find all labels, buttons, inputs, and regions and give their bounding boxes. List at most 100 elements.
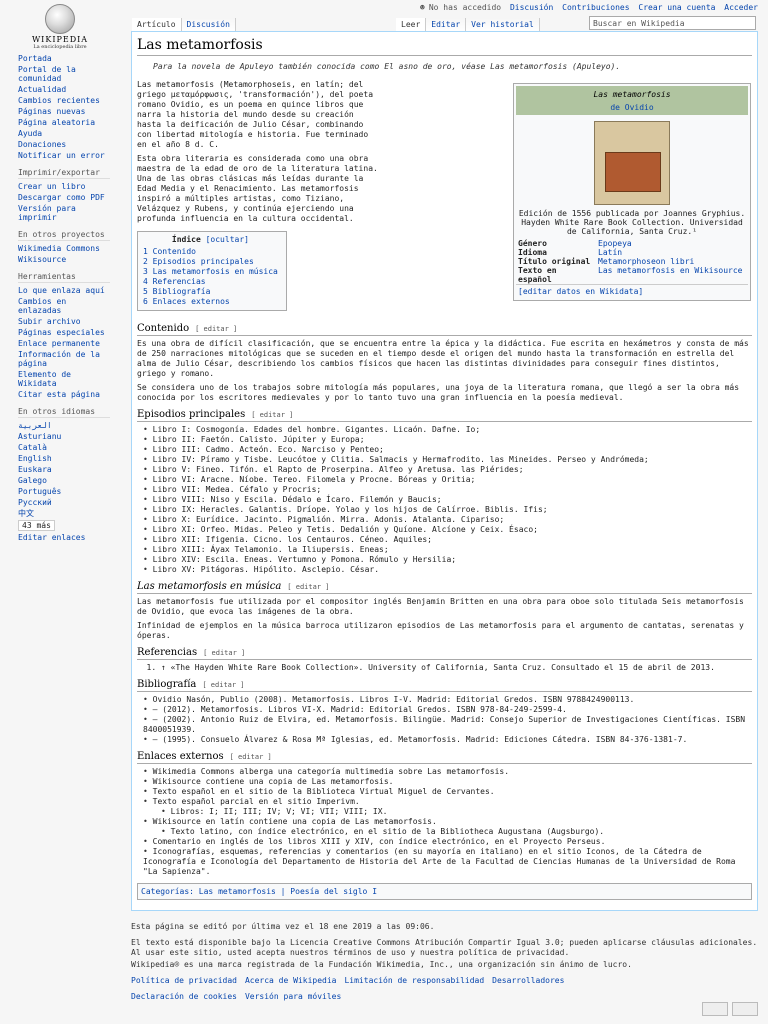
- sidebar-nav-item[interactable]: Páginas nuevas: [18, 107, 110, 116]
- sidebar-tool-item[interactable]: Subir archivo: [18, 317, 110, 326]
- infobox-author[interactable]: de Ovidio: [516, 101, 748, 115]
- footer-link[interactable]: Declaración de cookies: [131, 992, 237, 1001]
- sidebar-project-item[interactable]: Wikisource: [18, 255, 110, 264]
- heading-contenido: Contenido[ editar ]: [137, 323, 752, 336]
- sidebar-print-item[interactable]: Crear un libro: [18, 182, 110, 191]
- books-links[interactable]: Libros: I; II; III; IV; V; VI; VII; VIII…: [161, 807, 752, 817]
- footer-link[interactable]: Acerca de Wikipedia: [245, 976, 337, 985]
- toc-item[interactable]: 1 Contenido: [143, 247, 278, 257]
- toc-item[interactable]: 4 Referencias: [143, 277, 278, 287]
- more-languages-button[interactable]: 43 más: [18, 520, 55, 531]
- namespace-tabs: Artículo Discusión: [132, 18, 236, 32]
- sidebar-language-item[interactable]: Galego: [18, 476, 110, 485]
- episodes-list: Libro I: Cosmogonía. Edades del hombre. …: [137, 425, 752, 575]
- musica-p1: Las metamorfosis fue utilizada por el co…: [137, 597, 744, 616]
- sidebar-tool-item[interactable]: Lo que enlaza aquí: [18, 286, 110, 295]
- toc-item[interactable]: 2 Episodios principales: [143, 257, 278, 267]
- not-logged-in: No has accedido: [428, 3, 502, 12]
- sidebar-heading-print: Imprimir/exportar: [18, 168, 110, 179]
- categories-box[interactable]: Categorías: Las metamorfosis | Poesía de…: [137, 883, 752, 900]
- episode-item: Libro XV: Pitágoras. Hipólito. Asclepio.…: [143, 565, 752, 575]
- sidebar-language-item[interactable]: Português: [18, 487, 110, 496]
- wikipedia-logo[interactable]: WIKIPEDIA La enciclopedia libre: [22, 4, 98, 50]
- sidebar-tool-item[interactable]: Páginas especiales: [18, 328, 110, 337]
- content: Las metamorfosis Para la novela de Apule…: [131, 31, 758, 911]
- hatnote: Para la novela de Apuleyo también conoci…: [153, 62, 621, 71]
- tab-talk[interactable]: Discusión: [181, 18, 236, 32]
- wikimedia-badge[interactable]: [702, 1002, 728, 1016]
- episode-item: Libro I: Cosmogonía. Edades del hombre. …: [143, 425, 752, 435]
- sub-list: Texto latino, con índice electrónico, en…: [143, 827, 752, 837]
- infobox-row: Idioma Latín: [516, 248, 748, 257]
- toc-item[interactable]: 6 Enlaces externos: [143, 297, 278, 307]
- sidebar-tool-item[interactable]: Enlace permanente: [18, 339, 110, 348]
- sidebar-tool-item[interactable]: Cambios en enlazadas: [18, 297, 110, 315]
- book-cover-image[interactable]: [594, 121, 670, 205]
- contributions-link[interactable]: Contribuciones: [562, 3, 629, 12]
- tab-edit[interactable]: Editar: [426, 18, 467, 32]
- sidebar-nav-item[interactable]: Portada: [18, 54, 110, 63]
- external-links-list: Wikimedia Commons alberga una categoría …: [137, 767, 752, 877]
- tab-history[interactable]: Ver historial: [466, 18, 540, 32]
- bibliography-list: Ovidio Nasón, Publio (2008). Metamorfosi…: [137, 695, 752, 745]
- latin-text-link[interactable]: Texto latino, con índice electrónico, en…: [161, 827, 752, 837]
- footer-link[interactable]: Limitación de responsabilidad: [344, 976, 484, 985]
- sidebar-language-item[interactable]: Asturianu: [18, 432, 110, 441]
- view-tabs: Leer Editar Ver historial: [396, 18, 540, 32]
- infobox-table: Género Epopeya Idioma Latín Título original M…: [516, 239, 748, 284]
- sidebar-nav-item[interactable]: Notificar un error: [18, 151, 110, 160]
- infobox-value[interactable]: Las metamorfosis en Wikisource: [596, 266, 748, 284]
- episode-item: Libro IX: Heracles. Galantis. Dríope. Yo…: [143, 505, 752, 515]
- infobox-value[interactable]: Epopeya: [596, 239, 748, 248]
- infobox-key: Texto en español: [518, 266, 557, 284]
- edit-links-link[interactable]: Editar enlaces: [18, 533, 110, 542]
- external-link-item: Texto español en el sitio de la Bibliote…: [143, 787, 752, 797]
- mediawiki-badge[interactable]: [732, 1002, 758, 1016]
- sidebar-tool-item[interactable]: Citar esta página: [18, 390, 110, 399]
- tab-read[interactable]: Leer: [396, 18, 427, 32]
- footer-link[interactable]: Versión para móviles: [245, 992, 341, 1001]
- sidebar-language-item[interactable]: Русский: [18, 498, 110, 507]
- footer-link[interactable]: Política de privacidad: [131, 976, 237, 985]
- sidebar-nav-item[interactable]: Actualidad: [18, 85, 110, 94]
- sidebar-language-item[interactable]: Català: [18, 443, 110, 452]
- toc-item[interactable]: 3 Las metamorfosis en música: [143, 267, 278, 277]
- heading-episodios: Episodios principales[ editar ]: [137, 409, 752, 422]
- sidebar-nav-item[interactable]: Ayuda: [18, 129, 110, 138]
- footer-badges: [702, 1002, 758, 1016]
- infobox-value[interactable]: Metamorphoseon libri: [596, 257, 748, 266]
- sidebar-heading-projects: En otros proyectos: [18, 230, 110, 241]
- sidebar-tool-item[interactable]: Información de la página: [18, 350, 110, 368]
- tab-article[interactable]: Artículo: [132, 18, 182, 32]
- sidebar-print-item[interactable]: Descargar como PDF: [18, 193, 110, 202]
- login-link[interactable]: Acceder: [724, 3, 758, 12]
- footer-link[interactable]: Desarrolladores: [492, 976, 564, 985]
- search-input[interactable]: Buscar en Wikipedia: [589, 16, 756, 30]
- toc-toggle[interactable]: [ocultar]: [206, 235, 249, 244]
- episode-item: Libro XIII: Áyax Telamonio. la Iliupersi…: [143, 545, 752, 555]
- toc-item[interactable]: 5 Bibliografía: [143, 287, 278, 297]
- episode-item: Libro VI: Aracne. Níobe. Tereo. Filomela…: [143, 475, 752, 485]
- create-account-link[interactable]: Crear una cuenta: [638, 3, 715, 12]
- infobox-value[interactable]: Latín: [596, 248, 748, 257]
- sidebar: Portada Portal de la comunidad Actualidad C…: [18, 54, 110, 544]
- episode-item: Libro VIII: Niso y Escila. Dédalo e Ícar…: [143, 495, 752, 505]
- sidebar-nav-item[interactable]: Página aleatoria: [18, 118, 110, 127]
- sidebar-project-item[interactable]: Wikimedia Commons: [18, 244, 110, 253]
- wikidata-edit-link[interactable]: [editar datos en Wikidata]: [516, 284, 748, 298]
- talk-link[interactable]: Discusión: [510, 3, 553, 12]
- bibliography-item: Ovidio Nasón, Publio (2008). Metamorfosi…: [143, 695, 752, 705]
- infobox-row: Género Epopeya: [516, 239, 748, 248]
- sidebar-language-item[interactable]: Euskara: [18, 465, 110, 474]
- sidebar-print-item[interactable]: Versión para imprimir: [18, 204, 110, 222]
- infobox-title: Las metamorfosis: [516, 86, 748, 101]
- globe-icon: [45, 4, 75, 34]
- sidebar-nav-item[interactable]: Donaciones: [18, 140, 110, 149]
- sidebar-nav-item[interactable]: Portal de la comunidad: [18, 65, 110, 83]
- sidebar-language-item[interactable]: 中文: [18, 509, 110, 518]
- sidebar-tool-item[interactable]: Elemento de Wikidata: [18, 370, 110, 388]
- external-link-item: Iconografías, esquemas, referencias y co…: [143, 847, 752, 877]
- sidebar-language-item[interactable]: English: [18, 454, 110, 463]
- sidebar-language-item[interactable]: العربية: [18, 421, 110, 430]
- sidebar-nav-item[interactable]: Cambios recientes: [18, 96, 110, 105]
